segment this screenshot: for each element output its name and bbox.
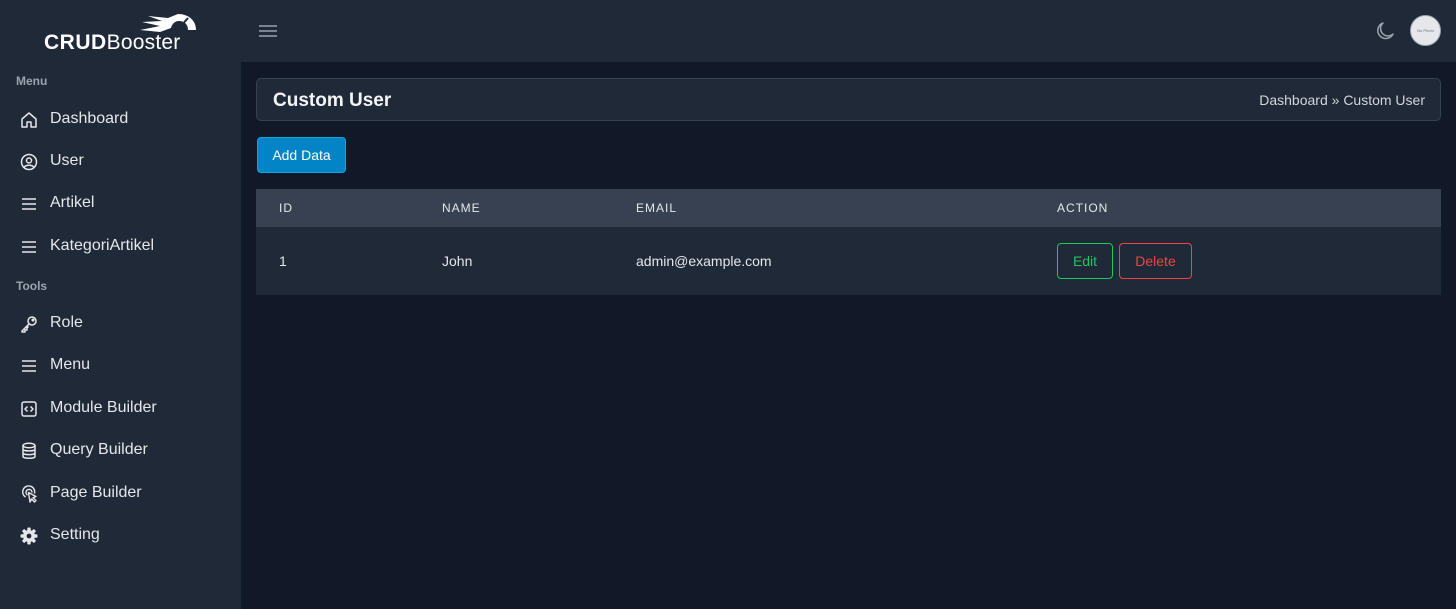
cell-email: admin@example.com (636, 253, 772, 269)
brand-name-bold: CRUD (44, 31, 107, 54)
list-icon (22, 360, 36, 372)
cell-actions: Edit Delete (1057, 227, 1441, 295)
add-data-button[interactable]: Add Data (257, 137, 346, 173)
sidebar-item-label: Menu (50, 356, 91, 373)
cell-id: 1 (279, 253, 287, 269)
avatar[interactable]: No Photo (1410, 15, 1441, 46)
brand-name: CRUDBooster (44, 31, 180, 55)
sidebar-item-label: KategoriArtikel (50, 237, 155, 254)
sidebar: CRUDBooster Menu Dashboard User Artikel … (0, 0, 241, 609)
delete-button[interactable]: Delete (1119, 243, 1192, 279)
column-header-name: NAME (442, 201, 481, 215)
key-icon (21, 316, 37, 333)
sidebar-item-label: Dashboard (50, 110, 129, 127)
hamburger-icon[interactable] (258, 22, 278, 40)
sidebar-item-setting[interactable]: Setting (0, 516, 241, 556)
column-header-action: ACTION (1057, 201, 1109, 215)
column-header-id: ID (279, 201, 293, 215)
breadcrumb: Dashboard » Custom User (1259, 92, 1425, 108)
sidebar-item-artikel[interactable]: Artikel (0, 184, 241, 224)
moon-icon[interactable] (1374, 20, 1396, 42)
data-table: ID NAME EMAIL ACTION 1 John admin@exampl… (256, 189, 1441, 295)
sidebar-item-menu[interactable]: Menu (0, 346, 241, 386)
sidebar-item-label: Page Builder (50, 484, 142, 501)
section-label-menu: Menu (16, 74, 48, 88)
table-header-row: ID NAME EMAIL ACTION (256, 189, 1441, 227)
breadcrumb-home-link[interactable]: Dashboard (1259, 92, 1328, 108)
table-row: 1 John admin@example.com Edit Delete (256, 227, 1441, 295)
page-title: Custom User (273, 90, 392, 111)
sidebar-item-label: Role (50, 314, 83, 331)
list-icon (22, 241, 36, 253)
pointer-icon (22, 485, 37, 503)
breadcrumb-separator: » (1331, 92, 1340, 108)
sidebar-item-label: Setting (50, 526, 100, 543)
brand-name-rest: Booster (106, 31, 181, 54)
sidebar-item-query-builder[interactable]: Query Builder (0, 431, 241, 471)
page-header: Custom User Dashboard » Custom User (256, 78, 1441, 121)
user-circle-icon (20, 153, 38, 171)
brand-logo[interactable]: CRUDBooster (0, 0, 241, 62)
sidebar-item-label: Artikel (50, 194, 95, 211)
sidebar-item-label: User (50, 152, 84, 169)
edit-button[interactable]: Edit (1057, 243, 1113, 279)
sidebar-item-module-builder[interactable]: Module Builder (0, 389, 241, 429)
sidebar-item-label: Module Builder (50, 399, 157, 416)
column-header-email: EMAIL (636, 201, 678, 215)
list-icon (22, 198, 36, 210)
section-label-tools: Tools (16, 279, 48, 293)
code-icon (21, 401, 37, 417)
breadcrumb-current: Custom User (1343, 92, 1425, 108)
sidebar-item-label: Query Builder (50, 441, 148, 458)
top-bar: No Photo (241, 0, 1456, 62)
sidebar-item-user[interactable]: User (0, 142, 241, 182)
sidebar-item-page-builder[interactable]: Page Builder (0, 474, 241, 514)
sidebar-item-role[interactable]: Role (0, 304, 241, 344)
sidebar-item-dashboard[interactable]: Dashboard (0, 100, 241, 140)
database-icon (22, 442, 36, 459)
gear-icon (20, 527, 38, 545)
sidebar-item-kategori-artikel[interactable]: KategoriArtikel (0, 227, 241, 267)
home-icon (21, 112, 37, 128)
cell-name: John (442, 253, 473, 269)
